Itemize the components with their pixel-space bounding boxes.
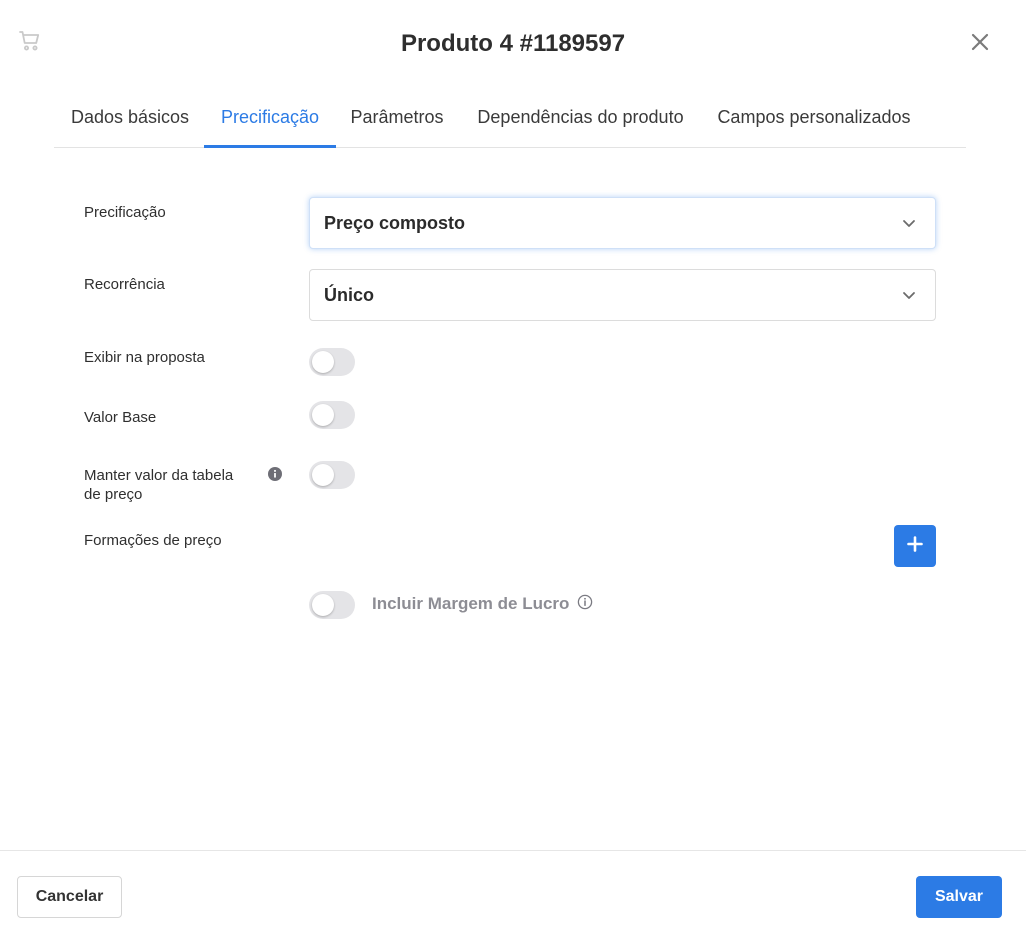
tab-dados-basicos[interactable]: Dados básicos — [54, 96, 206, 148]
toggle-knob — [312, 464, 334, 486]
tab-dependencias[interactable]: Dependências do produto — [466, 96, 695, 148]
keep-table-value-label: Manter valor da tabela de preço — [84, 467, 234, 503]
chevron-down-icon — [901, 287, 917, 303]
keep-table-value-toggle[interactable] — [309, 461, 355, 489]
tab-bar: Dados básicos Precificação Parâmetros De… — [54, 96, 966, 148]
cancel-button[interactable]: Cancelar — [17, 876, 122, 918]
base-value-toggle[interactable] — [309, 401, 355, 429]
pricing-select-value: Preço composto — [324, 213, 466, 233]
modal-title: Produto 4 #1189597 — [400, 30, 626, 57]
close-button[interactable] — [966, 30, 994, 58]
show-in-proposal-toggle[interactable] — [309, 348, 355, 376]
plus-icon — [907, 535, 923, 557]
info-outline-icon[interactable] — [577, 594, 593, 610]
price-formations-label: Formações de preço — [84, 532, 222, 549]
recurrence-label: Recorrência — [84, 276, 165, 293]
toggle-knob — [312, 594, 334, 616]
close-icon — [971, 33, 989, 56]
save-button[interactable]: Salvar — [916, 876, 1002, 918]
toggle-knob — [312, 351, 334, 373]
base-value-label: Valor Base — [84, 409, 157, 426]
add-price-formation-button[interactable] — [894, 525, 936, 567]
tab-precificacao[interactable]: Precificação — [204, 96, 336, 148]
profit-margin-label: Incluir Margem de Lucro — [372, 594, 570, 613]
tab-parametros[interactable]: Parâmetros — [341, 96, 453, 148]
info-icon[interactable] — [268, 467, 282, 481]
recurrence-select-value: Único — [324, 285, 375, 305]
pricing-label: Precificação — [84, 204, 166, 221]
profit-margin-toggle[interactable] — [309, 591, 355, 619]
tab-campos-personalizados[interactable]: Campos personalizados — [707, 96, 921, 148]
recurrence-select[interactable]: Único — [309, 269, 936, 321]
footer-divider — [0, 850, 1026, 851]
toggle-knob — [312, 404, 334, 426]
show-in-proposal-label: Exibir na proposta — [84, 349, 205, 366]
pricing-select[interactable]: Preço composto — [309, 197, 936, 249]
chevron-down-icon — [901, 215, 917, 231]
